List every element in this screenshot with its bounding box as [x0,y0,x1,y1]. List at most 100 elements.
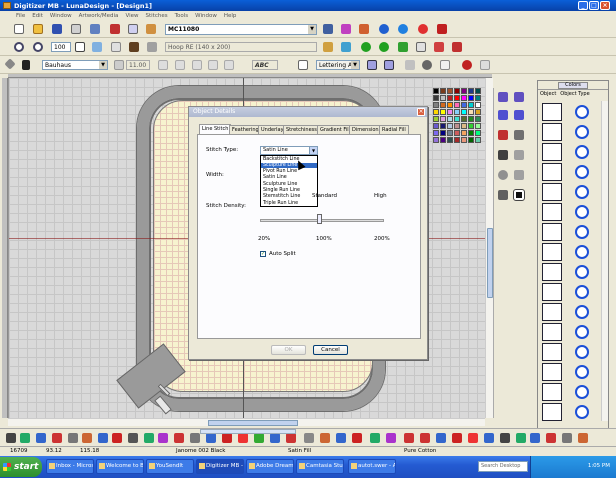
bottom-tool-icon[interactable] [304,433,314,443]
bottom-tool-icon[interactable] [484,433,494,443]
machine-icon[interactable] [434,42,444,52]
bottom-tool-icon[interactable] [320,433,330,443]
object-list-scrollbar[interactable] [601,101,608,421]
object-thumbnail[interactable] [542,343,562,361]
refresh-icon[interactable] [323,42,333,52]
color-swatch[interactable] [454,137,460,143]
color-swatch[interactable] [433,137,439,143]
hoop-icon[interactable] [147,42,157,52]
bold-icon[interactable] [158,60,168,70]
italic-icon[interactable] [175,60,185,70]
tab-gradient-fill[interactable]: Gradient Fill [317,125,354,134]
heart-tool-icon[interactable] [498,130,508,140]
taskbar-task[interactable]: Digitizer MB -... [196,459,244,474]
align-right-icon[interactable] [224,60,234,70]
object-thumbnail[interactable] [542,143,562,161]
tab-radial-fill[interactable]: Radial Fill [379,125,409,134]
thread-icon[interactable] [480,60,490,70]
color-swatch[interactable] [440,116,446,122]
menu-stitches[interactable]: Stitches [146,13,168,19]
object-thumbnail[interactable] [542,363,562,381]
object-thumbnail[interactable] [542,323,562,341]
measure-icon[interactable] [129,42,139,52]
check-icon[interactable] [398,42,408,52]
menu-edit[interactable]: Edit [32,13,43,19]
stop-icon[interactable] [418,24,428,34]
color-swatch[interactable] [475,109,481,115]
send-icon[interactable] [452,42,462,52]
color-swatch[interactable] [468,95,474,101]
zoom-fit-icon[interactable] [75,42,85,52]
stitch-type-dropdown-list[interactable]: Backstitch Line Sculpture Line Pivot Run L… [260,155,318,207]
color-swatch[interactable] [468,137,474,143]
bottom-tool-icon[interactable] [452,433,462,443]
bottom-tool-icon[interactable] [20,433,30,443]
bottom-tool-icon[interactable] [352,433,362,443]
cancel-button[interactable]: Cancel [313,345,348,355]
color-swatch[interactable] [468,88,474,94]
save-icon[interactable] [52,24,62,34]
object-thumbnail[interactable] [542,243,562,261]
square-icon[interactable] [440,60,450,70]
stitch-icon[interactable] [359,24,369,34]
object-thumbnail[interactable] [542,263,562,281]
bottom-tool-icon[interactable] [112,433,122,443]
bottom-tool-icon[interactable] [128,433,138,443]
info-icon[interactable] [398,24,408,34]
color-swatch[interactable] [461,123,467,129]
bottom-tool-icon[interactable] [516,433,526,443]
bottom-tool-icon[interactable] [270,433,280,443]
color-swatch[interactable] [433,102,439,108]
bottom-tool-icon[interactable] [206,433,216,443]
stitch-type-option[interactable]: Sculpture Line [261,162,317,169]
stitch-density-slider[interactable] [260,219,384,222]
color-swatch[interactable] [440,95,446,101]
diamond-icon[interactable] [4,58,16,70]
bottom-tool-icon[interactable] [530,433,540,443]
cut-icon[interactable] [110,24,120,34]
color-swatch[interactable] [447,88,453,94]
color-swatch[interactable] [461,102,467,108]
bottom-tool-icon[interactable] [254,433,264,443]
color-swatch[interactable] [454,88,460,94]
rectangle-tool-icon[interactable] [513,189,525,201]
bottom-tool-icon[interactable] [578,433,588,443]
overlap-icon[interactable] [416,42,426,52]
design-properties-icon[interactable] [323,24,333,34]
grid-icon[interactable] [111,42,121,52]
copy-icon[interactable] [128,24,138,34]
start-button[interactable]: start [0,457,42,477]
object-thumbnail[interactable] [542,203,562,221]
paste-icon[interactable] [146,24,156,34]
bottom-tool-icon[interactable] [82,433,92,443]
canvas-horizontal-scrollbar[interactable] [8,418,485,426]
font-select[interactable]: Bauhaus ▼ [42,60,108,70]
color-swatch[interactable] [433,130,439,136]
bottom-tool-icon[interactable] [222,433,232,443]
fill-tool-icon[interactable] [514,92,524,102]
taskbar-task[interactable]: Inbox - Micros... [46,459,94,474]
menu-file[interactable]: File [16,13,25,19]
chevron-down-icon[interactable]: ▼ [351,61,359,69]
object-thumbnail[interactable] [542,183,562,201]
align-center-icon[interactable] [208,60,218,70]
color-swatch[interactable] [433,116,439,122]
font-size-field[interactable]: 11.00 [126,60,150,70]
chevron-down-icon[interactable]: ▼ [308,25,316,34]
new-icon[interactable] [14,24,24,34]
bottom-tool-icon[interactable] [144,433,154,443]
tab-stretchiness[interactable]: Stretchiness [283,125,320,134]
scissors-icon[interactable] [514,150,524,160]
color-swatch[interactable] [433,88,439,94]
menu-view[interactable]: View [125,13,138,19]
color-swatch[interactable] [454,95,460,101]
color-swatch[interactable] [447,109,453,115]
pan-icon[interactable] [92,42,102,52]
color-swatch[interactable] [440,123,446,129]
bottom-tool-icon[interactable] [190,433,200,443]
help-icon[interactable] [379,24,389,34]
stitch-type-option[interactable]: Single Run Line [261,188,317,194]
back-icon[interactable] [361,42,371,52]
bottom-tool-icon[interactable] [420,433,430,443]
color-swatch[interactable] [461,137,467,143]
